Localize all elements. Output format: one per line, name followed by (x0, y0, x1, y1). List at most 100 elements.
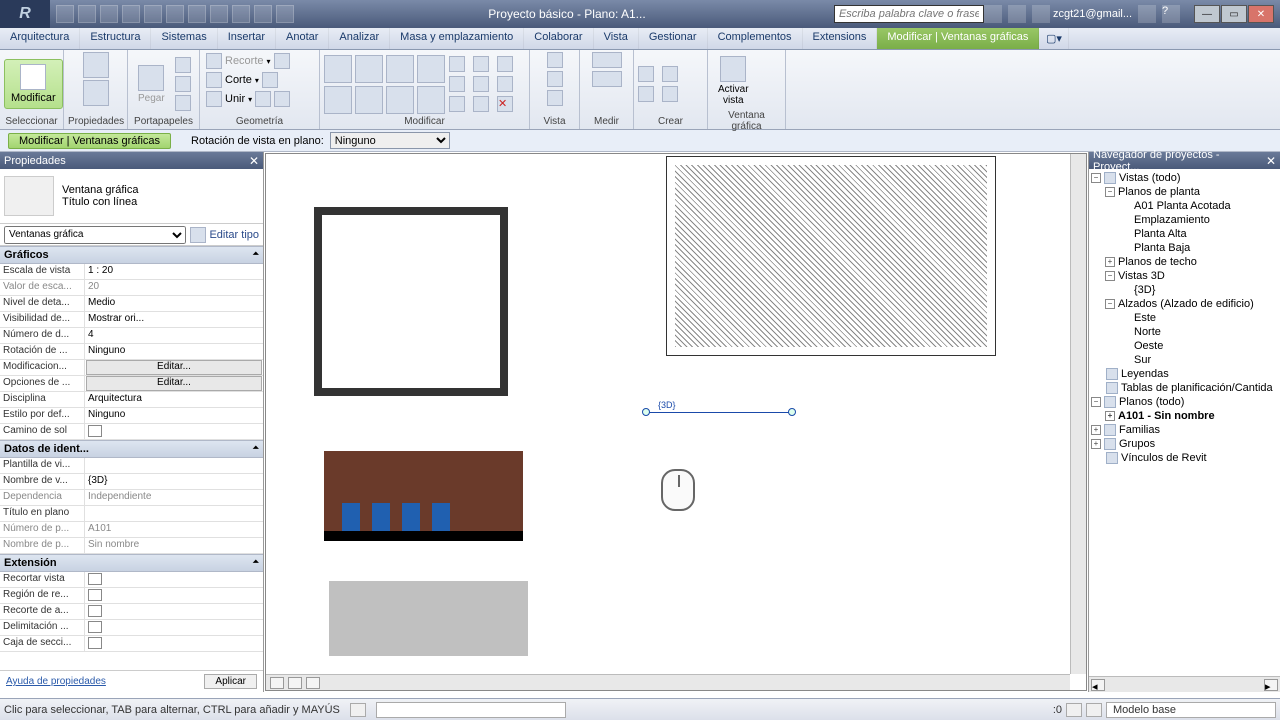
detail-level-icon[interactable] (288, 677, 302, 689)
prop-row[interactable]: Título en plano (0, 506, 263, 522)
prop-row[interactable]: Delimitación ... (0, 620, 263, 636)
prop-row[interactable]: Visibilidad de...Mostrar ori... (0, 312, 263, 328)
prop-row[interactable]: Nombre de v...{3D} (0, 474, 263, 490)
tab-colaborar[interactable]: Colaborar (524, 28, 593, 49)
create2-icon[interactable] (662, 66, 678, 82)
show-icon[interactable] (473, 96, 489, 112)
expand-icon[interactable]: + (1105, 257, 1115, 267)
apps-icon[interactable] (984, 5, 1002, 23)
viewport-elev-2[interactable] (311, 569, 546, 664)
prop-edit-button[interactable]: Editar... (86, 376, 262, 391)
status-icon-1[interactable] (1066, 703, 1082, 717)
prop-row[interactable]: Recortar vista (0, 572, 263, 588)
prop-checkbox[interactable] (88, 425, 102, 437)
view-title-line[interactable] (646, 412, 791, 413)
edit-type-button[interactable]: Editar tipo (190, 227, 259, 243)
maximize-button[interactable]: ▭ (1221, 5, 1247, 23)
qat-section-icon[interactable] (232, 5, 250, 23)
bulb-icon[interactable] (547, 52, 563, 68)
dimension-icon[interactable] (592, 52, 622, 68)
tree-node[interactable]: −Planos (todo) (1091, 395, 1278, 409)
align-icon[interactable] (324, 55, 352, 83)
prop-row[interactable]: Estilo por def...Ninguno (0, 408, 263, 424)
copy-icon[interactable] (175, 76, 191, 92)
unpin-icon[interactable] (473, 76, 489, 92)
split-element-icon[interactable] (449, 76, 465, 92)
prop-value[interactable]: 4 (85, 328, 263, 343)
properties-help-link[interactable]: Ayuda de propiedades (6, 676, 106, 687)
status-dropdown[interactable] (376, 702, 566, 718)
prop-value[interactable]: Sin nombre (85, 538, 263, 553)
expand-icon[interactable]: − (1105, 187, 1115, 197)
highlight-icon[interactable] (547, 71, 563, 87)
tree-node[interactable]: +Planos de techo (1091, 255, 1278, 269)
browser-scrollbar-h[interactable]: ◂▸ (1089, 676, 1280, 692)
visual-style-icon[interactable] (306, 677, 320, 689)
help-icon[interactable]: ? (1162, 5, 1180, 23)
apply-button[interactable]: Aplicar (204, 674, 257, 689)
qat-undo-icon[interactable] (100, 5, 118, 23)
expand-icon[interactable]: + (1091, 425, 1101, 435)
type-selector[interactable]: Ventanas gráfica (4, 226, 186, 244)
prop-value[interactable] (85, 458, 263, 473)
tree-node[interactable]: −Vistas 3D (1091, 269, 1278, 283)
tab-arquitectura[interactable]: Arquitectura (0, 28, 80, 49)
expand-icon[interactable]: − (1105, 271, 1115, 281)
tab-estructura[interactable]: Estructura (80, 28, 151, 49)
status-filter-icon[interactable] (350, 703, 366, 717)
close-browser-icon[interactable]: ✕ (1266, 154, 1276, 168)
tab-analizar[interactable]: Analizar (329, 28, 390, 49)
prop-row[interactable]: Nombre de p...Sin nombre (0, 538, 263, 554)
prop-row[interactable]: Rotación de ...Ninguno (0, 344, 263, 360)
expand-icon[interactable]: − (1105, 299, 1115, 309)
prop-value[interactable] (85, 506, 263, 521)
prop-row[interactable]: Recorte de a... (0, 604, 263, 620)
qat-measure-icon[interactable] (166, 5, 184, 23)
unir-button[interactable]: Unir▾ (204, 90, 292, 108)
linework-icon[interactable] (547, 90, 563, 106)
prop-value[interactable]: Arquitectura (85, 392, 263, 407)
tab-complementos[interactable]: Complementos (708, 28, 803, 49)
close-button[interactable]: ✕ (1248, 5, 1274, 23)
tree-node[interactable]: +Grupos (1091, 437, 1278, 451)
ribbon-options-button[interactable]: ▢▾ (1039, 28, 1069, 49)
mirror-draw-icon[interactable] (417, 55, 445, 83)
tree-node[interactable]: Emplazamiento (1091, 213, 1278, 227)
prop-row[interactable]: Escala de vista1 : 20 (0, 264, 263, 280)
star-icon[interactable] (1008, 5, 1026, 23)
prop-row[interactable]: DisciplinaArquitectura (0, 392, 263, 408)
tree-node[interactable]: A01 Planta Acotada (1091, 199, 1278, 213)
create3-icon[interactable] (638, 86, 654, 102)
prop-value[interactable]: Mostrar ori... (85, 312, 263, 327)
search-input[interactable] (834, 5, 984, 23)
create4-icon[interactable] (662, 86, 678, 102)
prop-value[interactable]: Independiente (85, 490, 263, 505)
prop-row[interactable]: Región de re... (0, 588, 263, 604)
close-properties-icon[interactable]: ✕ (249, 154, 259, 168)
type-properties-icon[interactable] (83, 80, 109, 106)
qat-print-icon[interactable] (144, 5, 162, 23)
prop-row[interactable]: Modificacion...Editar... (0, 360, 263, 376)
recorte-button[interactable]: Recorte▾ (204, 52, 292, 70)
prop-row[interactable]: Número de d...4 (0, 328, 263, 344)
activate-view-button[interactable]: Activar vista (712, 52, 755, 110)
prop-row[interactable]: Número de p...A101 (0, 522, 263, 538)
prop-row[interactable]: Caja de secci... (0, 636, 263, 652)
tree-node[interactable]: Leyendas (1091, 367, 1278, 381)
tree-node[interactable]: −Alzados (Alzado de edificio) (1091, 297, 1278, 311)
view-title-text[interactable]: {3D} (658, 400, 676, 410)
browser-header[interactable]: Navegador de proyectos - Proyect...✕ (1089, 152, 1280, 169)
prop-checkbox[interactable] (88, 589, 102, 601)
pin-icon[interactable] (497, 56, 513, 72)
prop-section[interactable]: Datos de ident...⏶ (0, 440, 263, 458)
split-icon[interactable] (274, 53, 290, 69)
prop-value[interactable]: A101 (85, 522, 263, 537)
viewport-plan[interactable] (296, 189, 526, 414)
paste-button[interactable]: Pegar (132, 61, 171, 108)
tab-masa[interactable]: Masa y emplazamiento (390, 28, 524, 49)
corte-button[interactable]: Corte▾ (204, 71, 280, 89)
delete-icon[interactable]: ✕ (497, 96, 513, 112)
rotation-select[interactable]: Ninguno (330, 132, 450, 149)
prop-edit-button[interactable]: Editar... (86, 360, 262, 375)
tab-modificar-ventanas[interactable]: Modificar | Ventanas gráficas (877, 28, 1039, 49)
